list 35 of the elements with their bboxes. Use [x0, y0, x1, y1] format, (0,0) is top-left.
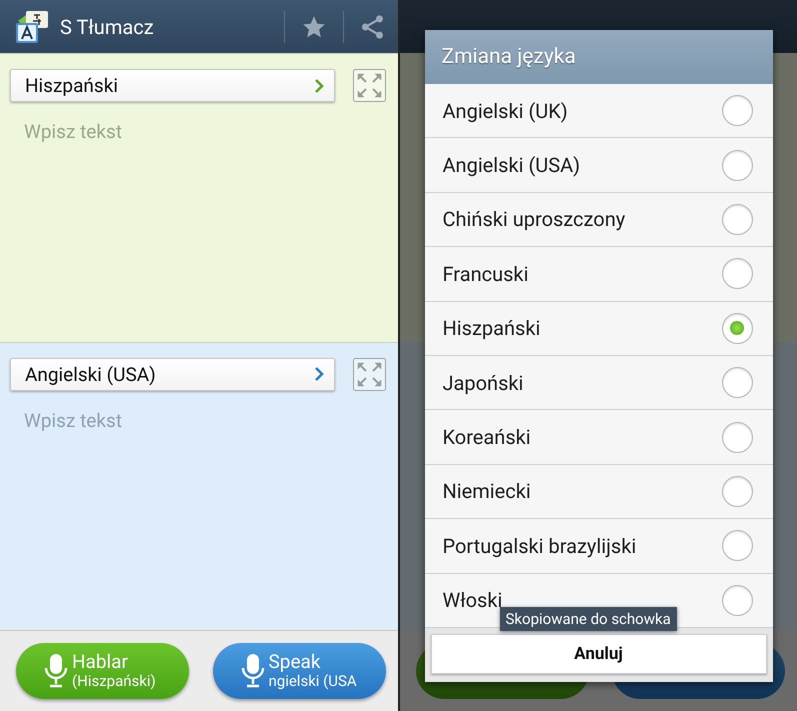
microphone-icon — [240, 652, 264, 690]
radio-button[interactable] — [722, 312, 752, 344]
app-logo-icon — [14, 8, 50, 44]
radio-button[interactable] — [722, 476, 752, 507]
toast-message: Skopiowane do schowka — [500, 607, 677, 631]
radio-button[interactable] — [722, 584, 752, 616]
language-option[interactable]: Koreański — [424, 410, 772, 465]
language-option[interactable]: Francuski — [424, 247, 772, 302]
language-option[interactable]: Portugalski brazylijski — [424, 519, 772, 574]
radio-button[interactable] — [722, 95, 752, 126]
radio-button[interactable] — [722, 422, 752, 453]
radio-button[interactable] — [722, 367, 752, 398]
language-option[interactable]: Angielski (UK) — [424, 84, 772, 138]
radio-button[interactable] — [722, 530, 752, 562]
dialog-title: Zmiana języka — [424, 30, 772, 84]
speak-button[interactable]: Speak ngielski (USA — [212, 643, 386, 699]
app-title: S Tłumacz — [60, 14, 155, 38]
language-option[interactable]: Hiszpański — [424, 302, 772, 356]
radio-button[interactable] — [722, 150, 752, 181]
language-option[interactable]: Niemiecki — [424, 464, 772, 520]
language-selector[interactable]: Angielski (USA) — [10, 358, 334, 390]
microphone-icon — [44, 652, 68, 690]
chevron-icon — [314, 366, 324, 382]
chevron-icon — [314, 78, 324, 94]
language-option[interactable]: Angielski (USA) — [424, 138, 772, 193]
expand-icon[interactable] — [352, 358, 386, 390]
language-option[interactable]: Japoński — [424, 356, 772, 410]
language-selector[interactable]: Hiszpański — [10, 69, 334, 102]
language-option[interactable]: Chiński uproszczony — [424, 192, 772, 248]
share-icon[interactable] — [360, 14, 386, 40]
star-icon[interactable] — [300, 14, 326, 40]
expand-icon[interactable] — [352, 69, 386, 102]
cancel-button[interactable]: Anuluj — [430, 634, 766, 674]
radio-button[interactable] — [722, 204, 752, 235]
radio-button[interactable] — [722, 258, 752, 290]
